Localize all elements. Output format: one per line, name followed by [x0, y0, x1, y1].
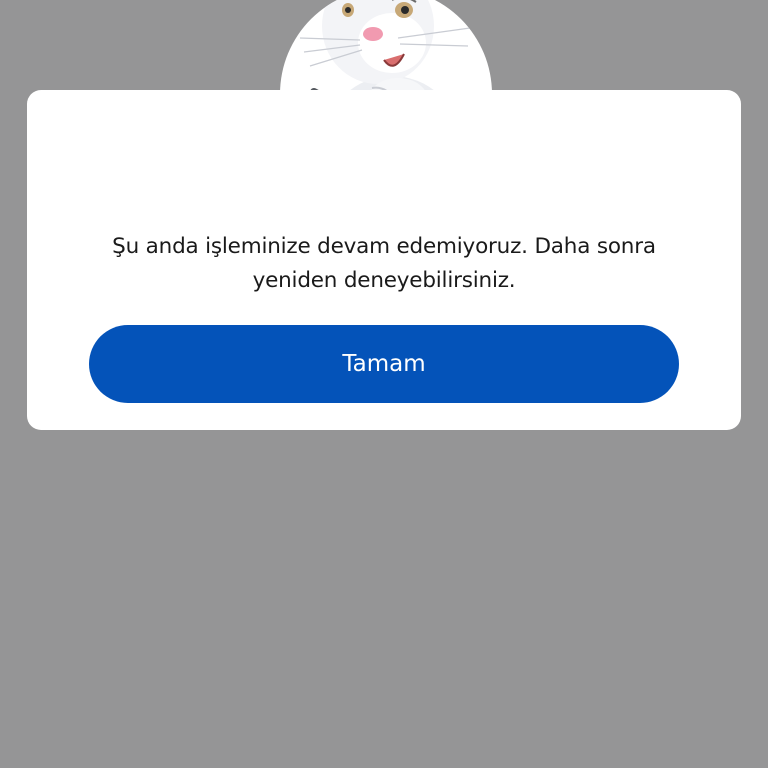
- error-message: Şu anda işleminize devam edemiyoruz. Dah…: [27, 230, 741, 298]
- ok-button[interactable]: Tamam: [89, 325, 679, 403]
- error-message-line-2: yeniden deneyebilirsiniz.: [252, 268, 516, 293]
- error-message-line-1: Şu anda işleminize devam edemiyoruz. Dah…: [112, 234, 656, 259]
